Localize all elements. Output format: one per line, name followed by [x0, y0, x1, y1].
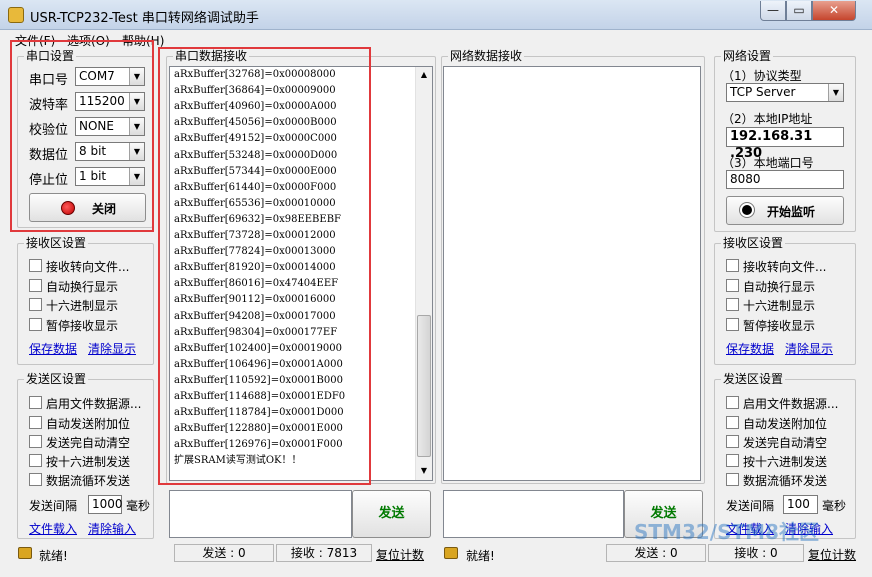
right-rx-option-label: 暂停接收显示: [743, 319, 816, 333]
left-interval-unit: 毫秒: [126, 499, 151, 513]
net-rx-textarea[interactable]: [443, 66, 701, 481]
status-recv-count-right: 接收 : 0: [708, 544, 804, 562]
net-rx-title: 网络数据接收: [448, 49, 525, 63]
right-tx-option-checkbox[interactable]: [726, 416, 739, 429]
status-icon: [444, 547, 458, 559]
status-recv-count-left: 接收 : 7813: [276, 544, 372, 562]
protocol-label: （1）协议类型: [722, 69, 802, 83]
scroll-thumb[interactable]: [417, 315, 431, 457]
right-rx-option-checkbox[interactable]: [726, 318, 739, 331]
right-interval-unit: 毫秒: [822, 499, 847, 513]
right-rx-option-label: 十六进制显示: [743, 299, 816, 313]
right-tx-option-label: 自动发送附加位: [743, 417, 828, 431]
left-interval-input[interactable]: 1000: [88, 495, 123, 514]
port-number-label: （3）本地端口号: [722, 156, 814, 170]
highlight-box-serial-rx: [158, 47, 371, 485]
window-title: USR-TCP232-Test 串口转网络调试助手: [30, 11, 259, 26]
left-tx-option-label: 启用文件数据源...: [46, 397, 142, 411]
status-send-count-left: 发送 : 0: [174, 544, 274, 562]
app-icon: [8, 7, 24, 23]
status-ready-left: 就绪!: [39, 549, 68, 563]
left-file-load-link[interactable]: 文件载入: [29, 520, 77, 537]
left-rx-option-label: 自动换行显示: [46, 280, 119, 294]
left-rx-settings-title: 接收区设置: [24, 236, 89, 250]
left-clear-input-link[interactable]: 清除输入: [88, 520, 136, 537]
status-send-count-right: 发送 : 0: [606, 544, 706, 562]
right-tx-option-checkbox[interactable]: [726, 454, 739, 467]
right-tx-settings-title: 发送区设置: [721, 372, 786, 386]
close-button[interactable]: ✕: [812, 1, 856, 21]
maximize-button[interactable]: ▭: [786, 1, 812, 21]
left-rx-option-label: 接收转向文件...: [46, 260, 130, 274]
title-bar[interactable]: USR-TCP232-Test 串口转网络调试助手 — ▭ ✕: [0, 0, 872, 30]
listen-button[interactable]: 开始监听: [726, 196, 844, 225]
protocol-select[interactable]: TCP Server ▼: [726, 83, 844, 102]
right-tx-option-label: 按十六进制发送: [743, 455, 828, 469]
left-tx-option-label: 数据流循环发送: [46, 474, 131, 488]
right-tx-option-checkbox[interactable]: [726, 473, 739, 486]
right-rx-option-label: 自动换行显示: [743, 280, 816, 294]
listen-label: 开始监听: [767, 205, 816, 219]
right-rx-settings-title: 接收区设置: [721, 236, 786, 250]
left-tx-option-label: 自动发送附加位: [46, 417, 131, 431]
minimize-button[interactable]: —: [760, 1, 786, 21]
right-rx-option-label: 接收转向文件...: [743, 260, 827, 274]
right-interval-label: 发送间隔: [726, 499, 775, 513]
left-tx-option-checkbox[interactable]: [29, 454, 42, 467]
right-rx-option-checkbox[interactable]: [726, 279, 739, 292]
left-rx-option-label: 暂停接收显示: [46, 319, 119, 333]
right-tx-option-checkbox[interactable]: [726, 396, 739, 409]
left-tx-option-label: 发送完自动清空: [46, 436, 131, 450]
left-rx-option-checkbox[interactable]: [29, 279, 42, 292]
left-rx-option-checkbox[interactable]: [29, 298, 42, 311]
left-tx-option-label: 按十六进制发送: [46, 455, 131, 469]
left-clear-display-link[interactable]: 清除显示: [88, 340, 136, 357]
serial-send-input[interactable]: [169, 490, 352, 538]
left-tx-option-checkbox[interactable]: [29, 416, 42, 429]
serial-send-button[interactable]: 发送: [352, 490, 431, 538]
left-tx-option-checkbox[interactable]: [29, 473, 42, 486]
right-interval-input[interactable]: 100: [783, 495, 818, 514]
right-rx-option-checkbox[interactable]: [726, 298, 739, 311]
net-settings-title: 网络设置: [721, 49, 774, 63]
reset-count-left-button[interactable]: 复位计数: [376, 546, 424, 563]
right-clear-display-link[interactable]: 清除显示: [785, 340, 833, 357]
serial-rx-scrollbar[interactable]: ▲ ▼: [415, 67, 432, 480]
status-icon: [18, 547, 32, 559]
ip-input[interactable]: 192.168.31 .230: [726, 127, 844, 161]
ip-label: （2）本地IP地址: [722, 112, 813, 126]
right-rx-option-checkbox[interactable]: [726, 259, 739, 272]
scroll-up-icon[interactable]: ▲: [416, 67, 432, 83]
scroll-down-icon[interactable]: ▼: [416, 463, 432, 479]
right-tx-option-checkbox[interactable]: [726, 435, 739, 448]
left-rx-option-label: 十六进制显示: [46, 299, 119, 313]
watermark-text: STM32/STM8社区: [634, 520, 819, 544]
left-tx-settings-title: 发送区设置: [24, 372, 89, 386]
left-rx-option-checkbox[interactable]: [29, 259, 42, 272]
status-ready-right: 就绪!: [466, 549, 495, 563]
right-tx-option-label: 发送完自动清空: [743, 436, 828, 450]
right-save-data-link[interactable]: 保存数据: [726, 340, 774, 357]
reset-count-right-button[interactable]: 复位计数: [808, 546, 856, 563]
left-rx-option-checkbox[interactable]: [29, 318, 42, 331]
highlight-box-serial-settings: [10, 40, 154, 232]
net-send-input[interactable]: [443, 490, 624, 538]
left-tx-option-checkbox[interactable]: [29, 435, 42, 448]
chevron-down-icon: ▼: [828, 84, 843, 101]
left-interval-label: 发送间隔: [29, 499, 78, 513]
port-number-input[interactable]: 8080: [726, 170, 844, 189]
left-tx-option-checkbox[interactable]: [29, 396, 42, 409]
left-save-data-link[interactable]: 保存数据: [29, 340, 77, 357]
status-dot-icon: [740, 203, 754, 217]
right-tx-option-label: 启用文件数据源...: [743, 397, 839, 411]
right-tx-option-label: 数据流循环发送: [743, 474, 828, 488]
